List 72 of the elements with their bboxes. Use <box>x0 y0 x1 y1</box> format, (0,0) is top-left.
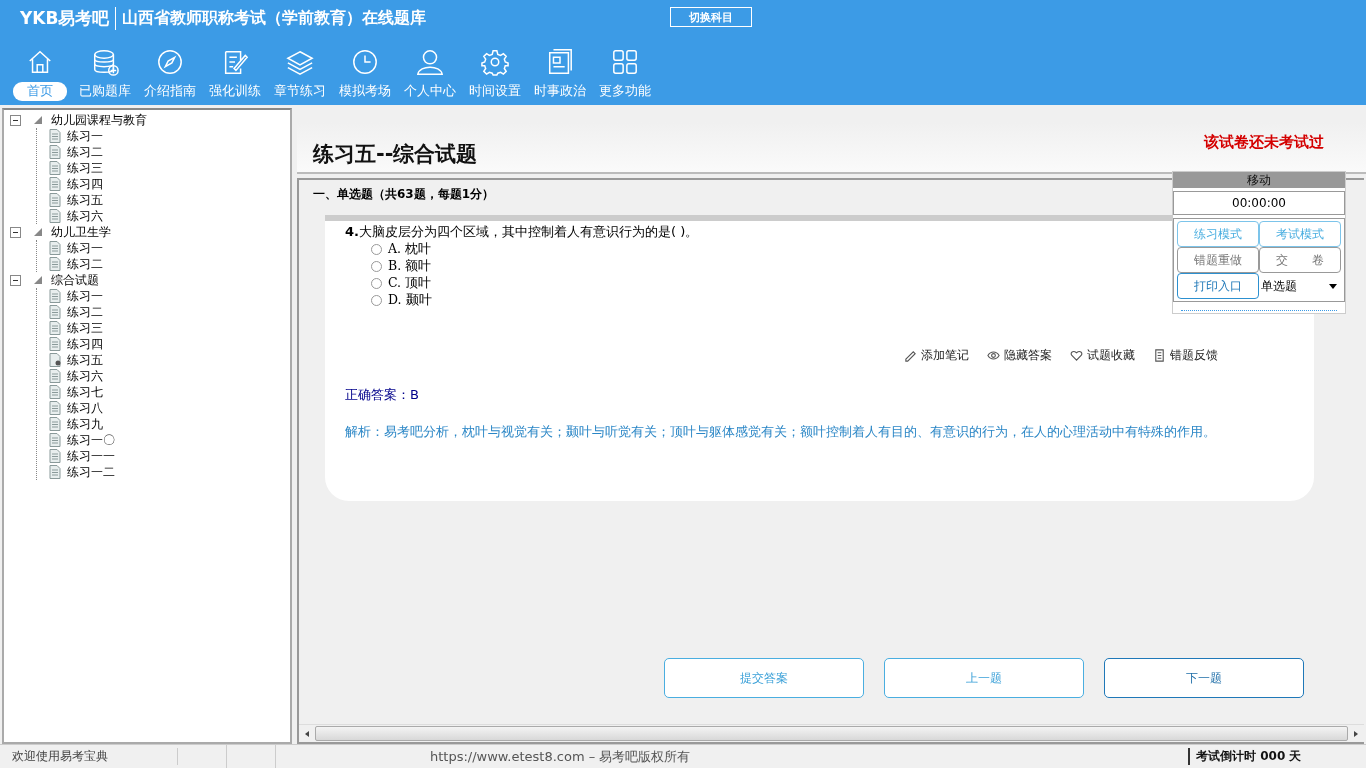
tree-item[interactable]: 练习二 <box>67 303 103 321</box>
collapse-icon[interactable] <box>10 274 21 286</box>
triangle-icon <box>33 115 43 125</box>
tree-item[interactable]: 练习六 <box>67 207 103 225</box>
move-handle[interactable]: 移动 <box>1173 172 1345 188</box>
action-link[interactable]: 添加笔记 <box>921 347 969 364</box>
radio-button[interactable] <box>371 244 382 255</box>
question-type-select[interactable]: 单选题 <box>1259 273 1341 299</box>
panel-button[interactable]: 交 卷 <box>1259 247 1341 273</box>
settings-icon <box>480 48 509 76</box>
tree-item[interactable]: 练习四 <box>67 175 103 193</box>
triangle-icon <box>33 227 43 237</box>
tree-item[interactable]: 练习五 <box>67 351 103 369</box>
question-text: 4.大脑皮层分为四个区域，其中控制着人有意识行为的是( )。 <box>345 223 699 241</box>
radio-button[interactable] <box>371 261 382 272</box>
clock-icon <box>350 48 379 76</box>
timer-display: 00:00:00 <box>1173 191 1345 215</box>
tree-item[interactable]: 练习三 <box>67 319 103 337</box>
horizontal-scrollbar[interactable] <box>299 724 1364 742</box>
compass-icon <box>155 48 184 76</box>
tree-folder[interactable]: 幼儿园课程与教育 <box>51 111 147 129</box>
tree-item[interactable]: 练习一〇 <box>67 431 115 449</box>
tree-item[interactable]: 练习一一 <box>67 447 115 465</box>
action-link[interactable]: 隐藏答案 <box>1004 347 1052 364</box>
tree-item[interactable]: 练习二 <box>67 255 103 273</box>
heart-icon <box>1070 349 1083 362</box>
option-label[interactable]: C. 顶叶 <box>388 275 432 292</box>
tree-folder[interactable]: 幼儿卫生学 <box>51 223 111 241</box>
triangle-icon <box>33 275 43 285</box>
collapse-icon[interactable] <box>10 114 21 126</box>
grid-icon <box>610 48 639 76</box>
tree-item[interactable]: 练习五 <box>67 191 103 209</box>
tree-item[interactable]: 练习一 <box>67 287 103 305</box>
copyright-text: https://www.etest8.com – 易考吧版权所有 <box>430 747 691 766</box>
layers-icon <box>285 48 314 76</box>
collapse-icon[interactable] <box>10 226 21 238</box>
tree-item[interactable]: 练习八 <box>67 399 103 417</box>
option-label[interactable]: B. 额叶 <box>388 258 432 275</box>
tree-item[interactable]: 练习一 <box>67 127 103 145</box>
tree-item[interactable]: 练习一二 <box>67 463 115 481</box>
exam-countdown: 考试倒计时 000 天 <box>1188 748 1366 765</box>
correct-answer: 正确答案：B <box>345 386 420 404</box>
scroll-left-icon[interactable] <box>303 729 311 738</box>
tree-item[interactable]: 练习六 <box>67 367 103 385</box>
tree-item[interactable]: 练习三 <box>67 159 103 177</box>
option-label[interactable]: A. 枕叶 <box>388 241 431 258</box>
section-heading: 一、单选题（共63题，每题1分） <box>313 186 495 203</box>
exam-status: 该试卷还未考试过 <box>1204 133 1324 152</box>
tree-item[interactable]: 练习四 <box>67 335 103 353</box>
action-link[interactable]: 试题收藏 <box>1087 347 1135 364</box>
pen-icon <box>904 349 917 362</box>
panel-button[interactable]: 错题重做 <box>1177 247 1259 273</box>
paper-title: 练习五--综合试题 <box>313 141 478 168</box>
panel-button[interactable]: 打印入口 <box>1177 273 1259 299</box>
answer-analysis: 解析：易考吧分析，枕叶与视觉有关；颞叶与听觉有关；顶叶与躯体感觉有关；额叶控制着人有目的、有意识的行为，在人的心理活动中有特殊的作用。 <box>345 424 1217 440</box>
tree-item[interactable]: 练习九 <box>67 415 103 433</box>
action-link[interactable]: 错题反馈 <box>1170 347 1218 364</box>
app-logo: YKB易考吧 <box>20 6 117 30</box>
app-title: 山西省教师职称考试（学前教育）在线题库 <box>122 7 427 29</box>
user-icon <box>415 48 444 76</box>
scroll-right-icon[interactable] <box>1352 729 1360 738</box>
tree-item[interactable]: 练习七 <box>67 383 103 401</box>
option-label[interactable]: D. 颞叶 <box>388 292 432 309</box>
radio-button[interactable] <box>371 278 382 289</box>
eye-icon <box>987 349 1000 362</box>
radio-button[interactable] <box>371 295 382 306</box>
doc-icon <box>1153 349 1166 362</box>
nav-button[interactable]: 下一题 <box>1104 658 1304 698</box>
tree-item[interactable]: 练习一 <box>67 239 103 257</box>
welcome-text: 欢迎使用易考宝典 <box>0 748 178 765</box>
tree-item[interactable]: 练习二 <box>67 143 103 161</box>
tree-folder[interactable]: 综合试题 <box>51 271 99 289</box>
